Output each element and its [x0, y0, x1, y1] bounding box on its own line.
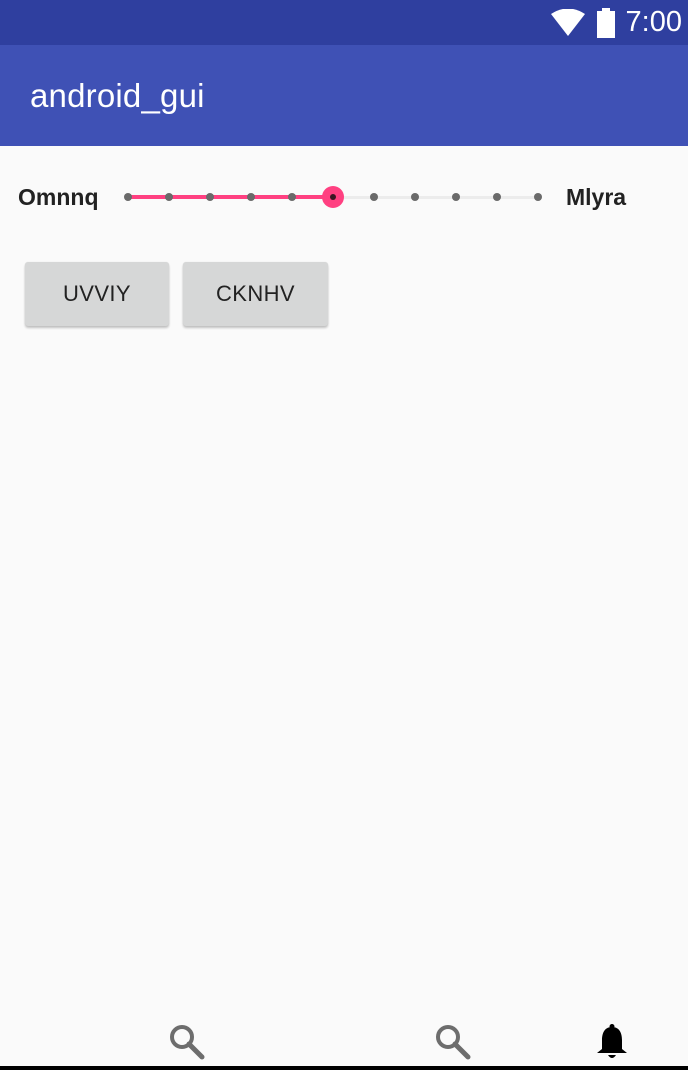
seekbar-thumb[interactable] — [322, 186, 344, 208]
seekbar-tick — [370, 193, 378, 201]
seekbar-right-label: Mlyra — [566, 184, 627, 210]
status-time: 7:00 — [625, 6, 682, 38]
status-bar: 7:00 — [0, 0, 688, 45]
app-title: android_gui — [30, 77, 205, 114]
bottom-edge — [0, 1066, 688, 1070]
main-content: Omnnq Mlyra UVVIY CKNHV — [0, 146, 688, 1026]
seekbar-tick — [452, 193, 460, 201]
seekbar-tick — [411, 193, 419, 201]
cknhv-button[interactable]: CKNHV — [183, 262, 328, 326]
seekbar-tick — [534, 193, 542, 201]
seekbar-left-label: Omnnq — [18, 184, 99, 210]
seekbar-row: Omnnq Mlyra — [0, 176, 688, 218]
seekbar-tick — [165, 193, 173, 201]
search-icon[interactable] — [433, 1022, 473, 1062]
seekbar-progress — [128, 195, 333, 199]
app-bar: android_gui — [0, 45, 688, 146]
status-icons: 7:00 — [550, 0, 682, 45]
seekbar-tick — [124, 193, 132, 201]
search-icon[interactable] — [167, 1022, 207, 1062]
seekbar-tick — [247, 193, 255, 201]
seekbar-tick — [206, 193, 214, 201]
bell-icon[interactable] — [592, 1022, 632, 1062]
wifi-icon — [550, 8, 586, 37]
seekbar-tick — [288, 193, 296, 201]
uvviy-button[interactable]: UVVIY — [25, 262, 169, 326]
seekbar-tick — [493, 193, 501, 201]
seekbar[interactable] — [124, 176, 542, 218]
battery-icon — [596, 7, 616, 38]
bottom-nav — [0, 1018, 688, 1066]
